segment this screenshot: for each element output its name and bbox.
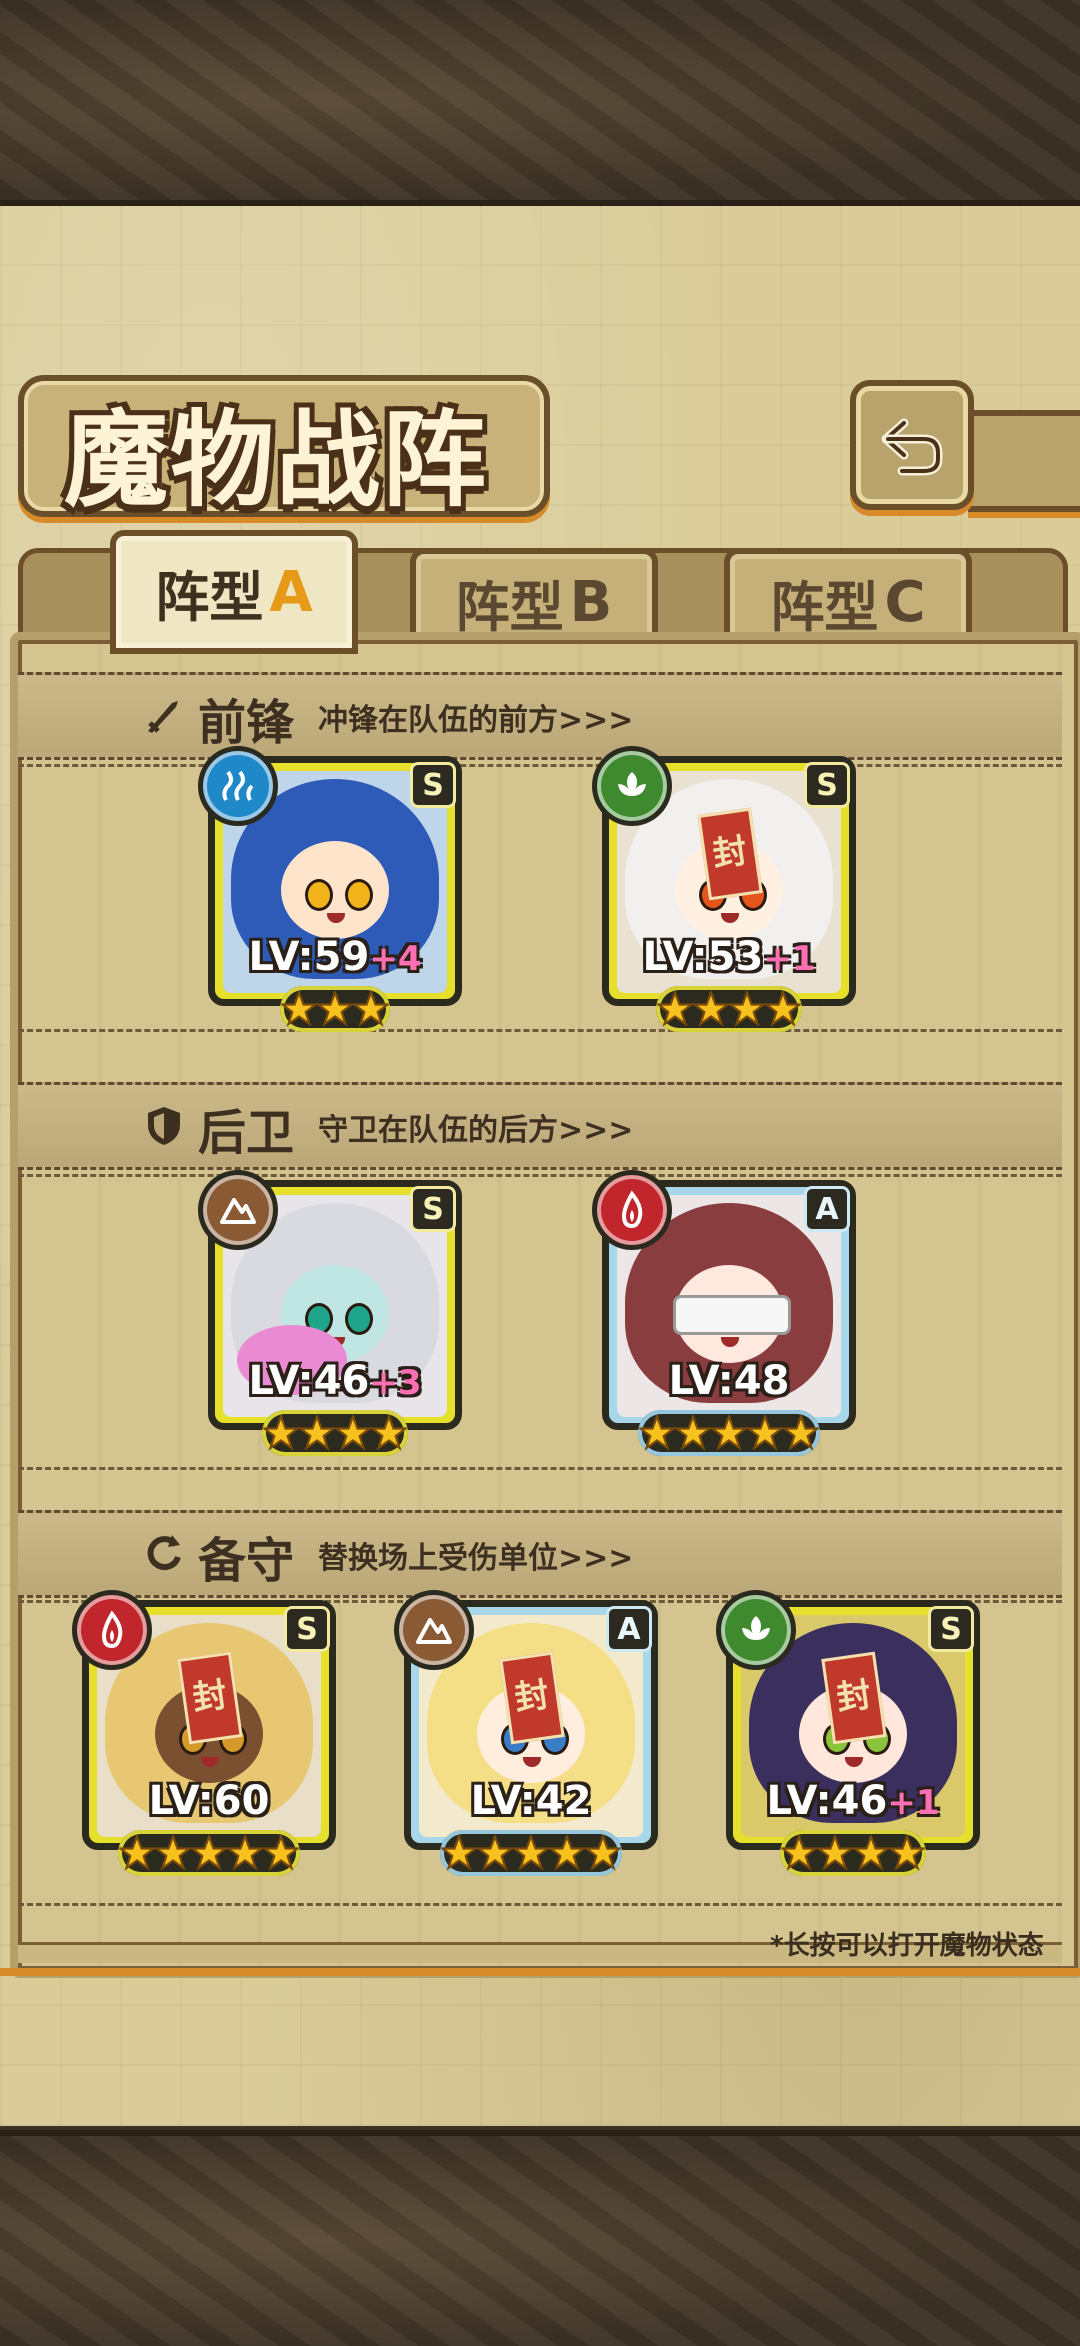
star-icon (781, 1835, 817, 1871)
wind-element-icon (716, 1590, 796, 1670)
tab-label: 阵型 (155, 565, 264, 629)
monster-card[interactable]: S LV:59+4 (198, 746, 462, 1032)
tab-suffix: C (884, 569, 926, 635)
star-icon (657, 991, 693, 1027)
section-header-reserve: 备守 替换场上受伤单位>>> (18, 1510, 1062, 1598)
section-desc: 替换场上受伤单位>>> (318, 1541, 634, 1576)
level-label: LV:46+1 (766, 1778, 940, 1824)
level-label: LV:48 (668, 1358, 790, 1404)
star-rating (280, 986, 390, 1032)
star-rating (262, 1410, 408, 1456)
panel-orange-edge (0, 1968, 1080, 1976)
water-element-icon (198, 746, 278, 826)
front-row (18, 764, 1062, 1032)
top-decor-band (0, 0, 1080, 206)
star-icon (747, 1415, 783, 1451)
section-title: 前锋 (198, 695, 295, 751)
star-icon (263, 1415, 299, 1451)
fire-element-icon (592, 1170, 672, 1250)
star-icon (693, 991, 729, 1027)
star-icon (155, 1835, 191, 1871)
section-title: 备守 (198, 1533, 295, 1589)
star-icon (585, 1835, 621, 1871)
section-desc: 冲锋在队伍的前方>>> (318, 703, 634, 738)
star-icon (711, 1415, 747, 1451)
star-icon (335, 1415, 371, 1451)
page-title: 魔物战阵 (64, 399, 489, 521)
star-icon (729, 991, 765, 1027)
star-icon (263, 1835, 299, 1871)
star-icon (371, 1415, 407, 1451)
return-icon (881, 418, 943, 476)
star-icon (477, 1835, 513, 1871)
monster-card[interactable]: 封 A LV:42 (394, 1590, 658, 1876)
level-label: LV:59+4 (248, 934, 422, 980)
rank-badge: S (410, 762, 456, 808)
monster-card[interactable]: 封 S LV:53+1 (592, 746, 856, 1032)
monster-card[interactable]: 封 S LV:60 (72, 1590, 336, 1876)
star-icon (317, 991, 353, 1027)
tab-suffix: A (269, 559, 313, 625)
title-plate: 魔物战阵 (18, 375, 550, 521)
star-icon (119, 1835, 155, 1871)
star-icon (191, 1835, 227, 1871)
star-icon (817, 1835, 853, 1871)
rank-badge: S (928, 1606, 974, 1652)
swap-icon (138, 1527, 190, 1579)
star-icon (299, 1415, 335, 1451)
star-icon (227, 1835, 263, 1871)
star-rating (638, 1410, 820, 1456)
long-press-hint: *长按可以打开魔物状态 (770, 1931, 1044, 1961)
level-label: LV:60 (148, 1778, 270, 1824)
star-icon (353, 991, 389, 1027)
back-button[interactable] (850, 380, 974, 510)
star-icon (549, 1835, 585, 1871)
star-icon (765, 991, 801, 1027)
section-header-front: 前锋 冲锋在队伍的前方>>> (18, 672, 1062, 760)
shield-icon (138, 1099, 190, 1151)
rank-badge: S (284, 1606, 330, 1652)
star-icon (513, 1835, 549, 1871)
sword-icon (138, 689, 190, 741)
monster-card[interactable]: 封 S LV:46+1 (716, 1590, 980, 1876)
back-row (18, 1174, 1062, 1470)
section-header-back: 后卫 守卫在队伍的后方>>> (18, 1082, 1062, 1170)
level-label: LV:42 (470, 1778, 592, 1824)
tab-label: 阵型 (770, 575, 879, 639)
star-icon (889, 1835, 925, 1871)
star-rating (656, 986, 802, 1032)
rank-badge: A (804, 1186, 850, 1232)
monster-card[interactable]: S LV:46+3 (198, 1170, 462, 1456)
tab-formation-a[interactable]: 阵型 A (110, 530, 358, 654)
rank-badge: S (804, 762, 850, 808)
star-icon (639, 1415, 675, 1451)
rank-badge: A (606, 1606, 652, 1652)
earth-element-icon (394, 1590, 474, 1670)
back-button-rail (968, 410, 1080, 512)
star-icon (675, 1415, 711, 1451)
section-title: 后卫 (198, 1105, 295, 1161)
level-label: LV:46+3 (248, 1358, 422, 1404)
star-rating (118, 1830, 300, 1876)
star-rating (440, 1830, 622, 1876)
tab-label: 阵型 (455, 575, 564, 639)
rank-badge: S (410, 1186, 456, 1232)
tab-suffix: B (569, 569, 613, 635)
section-desc: 守卫在队伍的后方>>> (318, 1113, 634, 1148)
level-label: LV:53+1 (642, 934, 816, 980)
star-rating (780, 1830, 926, 1876)
earth-element-icon (198, 1170, 278, 1250)
bottom-decor-band (0, 2130, 1080, 2346)
star-icon (281, 991, 317, 1027)
star-icon (783, 1415, 819, 1451)
wind-element-icon (592, 746, 672, 826)
monster-card[interactable]: A LV:48 (592, 1170, 856, 1456)
star-icon (441, 1835, 477, 1871)
star-icon (853, 1835, 889, 1871)
fire-element-icon (72, 1590, 152, 1670)
